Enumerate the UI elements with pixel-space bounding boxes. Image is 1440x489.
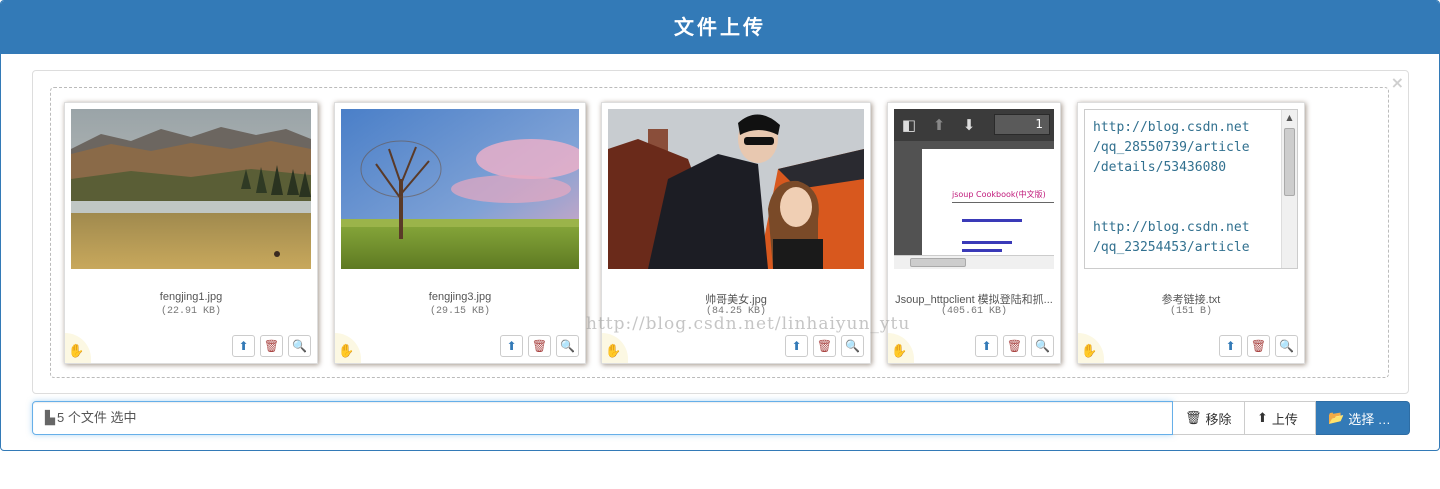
delete-file-button[interactable]: 🗑: [1003, 335, 1026, 357]
file-preview-frame: fengjing1.jpg (22.91 KB) ✋ ⬆ 🗑 🔍: [64, 102, 318, 364]
file-preview-frame: http://blog.csdn.net /qq_28550739/articl…: [1077, 102, 1305, 364]
file-preview-frame: fengjing3.jpg (29.15 KB) ✋ ⬆ 🗑 🔍: [334, 102, 586, 364]
browse-label: 选择 …: [1348, 411, 1391, 427]
trash-icon: 🗑: [816, 339, 833, 353]
upload-file-button[interactable]: ⬆: [1219, 335, 1242, 357]
zoom-file-button[interactable]: 🔍: [556, 335, 579, 357]
remove-label: 移除: [1205, 411, 1232, 427]
upload-file-button[interactable]: ⬆: [232, 335, 255, 357]
file-size: (22.91 KB): [160, 306, 221, 317]
text-preview[interactable]: http://blog.csdn.net /qq_28550739/articl…: [1084, 109, 1298, 269]
circle-arrow-up-icon: ⬆: [981, 339, 992, 353]
zoom-in-icon: 🔍: [845, 339, 860, 353]
delete-file-button[interactable]: 🗑: [260, 335, 283, 357]
file-preview-frame: ◧ ⬆ ⬇ 1 jsoup Cookbook(中文版) Jsoup_httpcl…: [887, 102, 1061, 364]
trash-icon: 🗑: [1185, 410, 1202, 425]
file-name: fengjing3.jpg: [428, 291, 492, 303]
remove-button[interactable]: 🗑 移除: [1173, 401, 1245, 435]
hand-drag-icon: ✋: [605, 344, 622, 359]
file-icon: ▙: [45, 410, 55, 425]
file-name: 帅哥美女.jpg: [705, 294, 767, 306]
file-upload-panel: 文件上传 × fengjing1.jpg (22.91 KB) ✋ ⬆ 🗑 🔍 …: [0, 0, 1440, 451]
file-name: 参考链接.txt: [1161, 294, 1221, 306]
horizontal-scrollbar[interactable]: [894, 255, 1054, 269]
pdf-document-title: jsoup Cookbook(中文版): [952, 190, 1046, 199]
panel-title: 文件上传: [1, 1, 1439, 54]
pdf-page-number-input[interactable]: 1: [994, 114, 1050, 135]
pdf-viewer: ◧ ⬆ ⬇ 1 jsoup Cookbook(中文版): [894, 109, 1054, 269]
arrow-up-icon[interactable]: ⬆: [924, 116, 954, 134]
delete-file-button[interactable]: 🗑: [528, 335, 551, 357]
text-content: http://blog.csdn.net /qq_28550739/articl…: [1093, 120, 1250, 255]
trash-icon: 🗑: [1006, 339, 1023, 353]
browse-button[interactable]: 📂 选择 …: [1316, 401, 1410, 435]
circle-arrow-up-icon: ⬆: [506, 339, 517, 353]
file-caption-field[interactable]: ▙ 5 个文件 选中: [32, 401, 1173, 435]
text-content-box: http://blog.csdn.net /qq_28550739/articl…: [1084, 109, 1298, 269]
trash-icon: 🗑: [531, 339, 548, 353]
hand-drag-icon: ✋: [68, 344, 85, 359]
drag-handle[interactable]: ✋: [1078, 333, 1104, 363]
trash-icon: 🗑: [1250, 339, 1267, 353]
circle-arrow-up-icon: ⬆: [238, 339, 249, 353]
upload-button[interactable]: ⬆ 上传: [1245, 401, 1316, 435]
file-size: (405.61 KB): [940, 306, 1007, 317]
file-size: (151 B): [1169, 306, 1212, 317]
upload-file-button[interactable]: ⬆: [500, 335, 523, 357]
file-size: (84.25 KB): [705, 306, 766, 317]
delete-file-button[interactable]: 🗑: [1247, 335, 1270, 357]
file-name: Jsoup_httpclient 模拟登陆和抓...: [895, 294, 1053, 306]
zoom-file-button[interactable]: 🔍: [1031, 335, 1054, 357]
zoom-file-button[interactable]: 🔍: [1275, 335, 1298, 357]
drag-handle[interactable]: ✋: [335, 333, 361, 363]
file-size: (29.15 KB): [429, 306, 490, 317]
upload-file-button[interactable]: ⬆: [785, 335, 808, 357]
image-thumbnail[interactable]: [71, 109, 311, 269]
zoom-file-button[interactable]: 🔍: [288, 335, 311, 357]
delete-file-button[interactable]: 🗑: [813, 335, 836, 357]
arrow-down-icon[interactable]: ⬇: [954, 116, 984, 134]
file-caption-text: 5 个文件 选中: [57, 410, 137, 425]
file-preview-box: × fengjing1.jpg (22.91 KB) ✋ ⬆ 🗑 🔍 fengj…: [32, 70, 1409, 394]
vertical-scrollbar[interactable]: ▲: [1281, 110, 1297, 268]
file-drop-zone[interactable]: fengjing1.jpg (22.91 KB) ✋ ⬆ 🗑 🔍 fengjin…: [50, 87, 1389, 378]
upload-file-button[interactable]: ⬆: [975, 335, 998, 357]
hand-drag-icon: ✋: [891, 344, 908, 359]
drag-handle[interactable]: ✋: [65, 333, 91, 363]
circle-arrow-up-icon: ⬆: [791, 339, 802, 353]
trash-icon: 🗑: [263, 339, 280, 353]
image-thumbnail[interactable]: [341, 109, 579, 269]
close-preview-icon[interactable]: ×: [1391, 75, 1404, 91]
image-thumbnail[interactable]: [608, 109, 864, 269]
file-input-group: ▙ 5 个文件 选中 🗑 移除 ⬆ 上传 📂 选择 …: [32, 401, 1410, 435]
upload-label: 上传: [1271, 411, 1298, 427]
zoom-in-icon: 🔍: [560, 339, 575, 353]
file-preview-frame: 帅哥美女.jpg (84.25 KB) ✋ ⬆ 🗑 🔍: [601, 102, 871, 364]
zoom-in-icon: 🔍: [1035, 339, 1050, 353]
circle-arrow-up-icon: ⬆: [1257, 410, 1268, 425]
circle-arrow-up-icon: ⬆: [1225, 339, 1236, 353]
file-name: fengjing1.jpg: [159, 291, 223, 303]
folder-open-icon: 📂: [1328, 410, 1345, 425]
zoom-in-icon: 🔍: [1279, 339, 1294, 353]
drag-handle[interactable]: ✋: [602, 333, 628, 363]
pdf-page: jsoup Cookbook(中文版): [922, 149, 1054, 255]
zoom-file-button[interactable]: 🔍: [841, 335, 864, 357]
pdf-preview[interactable]: ◧ ⬆ ⬇ 1 jsoup Cookbook(中文版): [894, 109, 1054, 269]
hand-drag-icon: ✋: [1081, 344, 1098, 359]
scroll-up-icon[interactable]: ▲: [1282, 110, 1297, 126]
drag-handle[interactable]: ✋: [888, 333, 914, 363]
zoom-in-icon: 🔍: [292, 339, 307, 353]
pdf-toolbar: ◧ ⬆ ⬇ 1: [894, 109, 1054, 141]
hand-drag-icon: ✋: [338, 344, 355, 359]
sidebar-toggle-icon[interactable]: ◧: [894, 116, 924, 134]
